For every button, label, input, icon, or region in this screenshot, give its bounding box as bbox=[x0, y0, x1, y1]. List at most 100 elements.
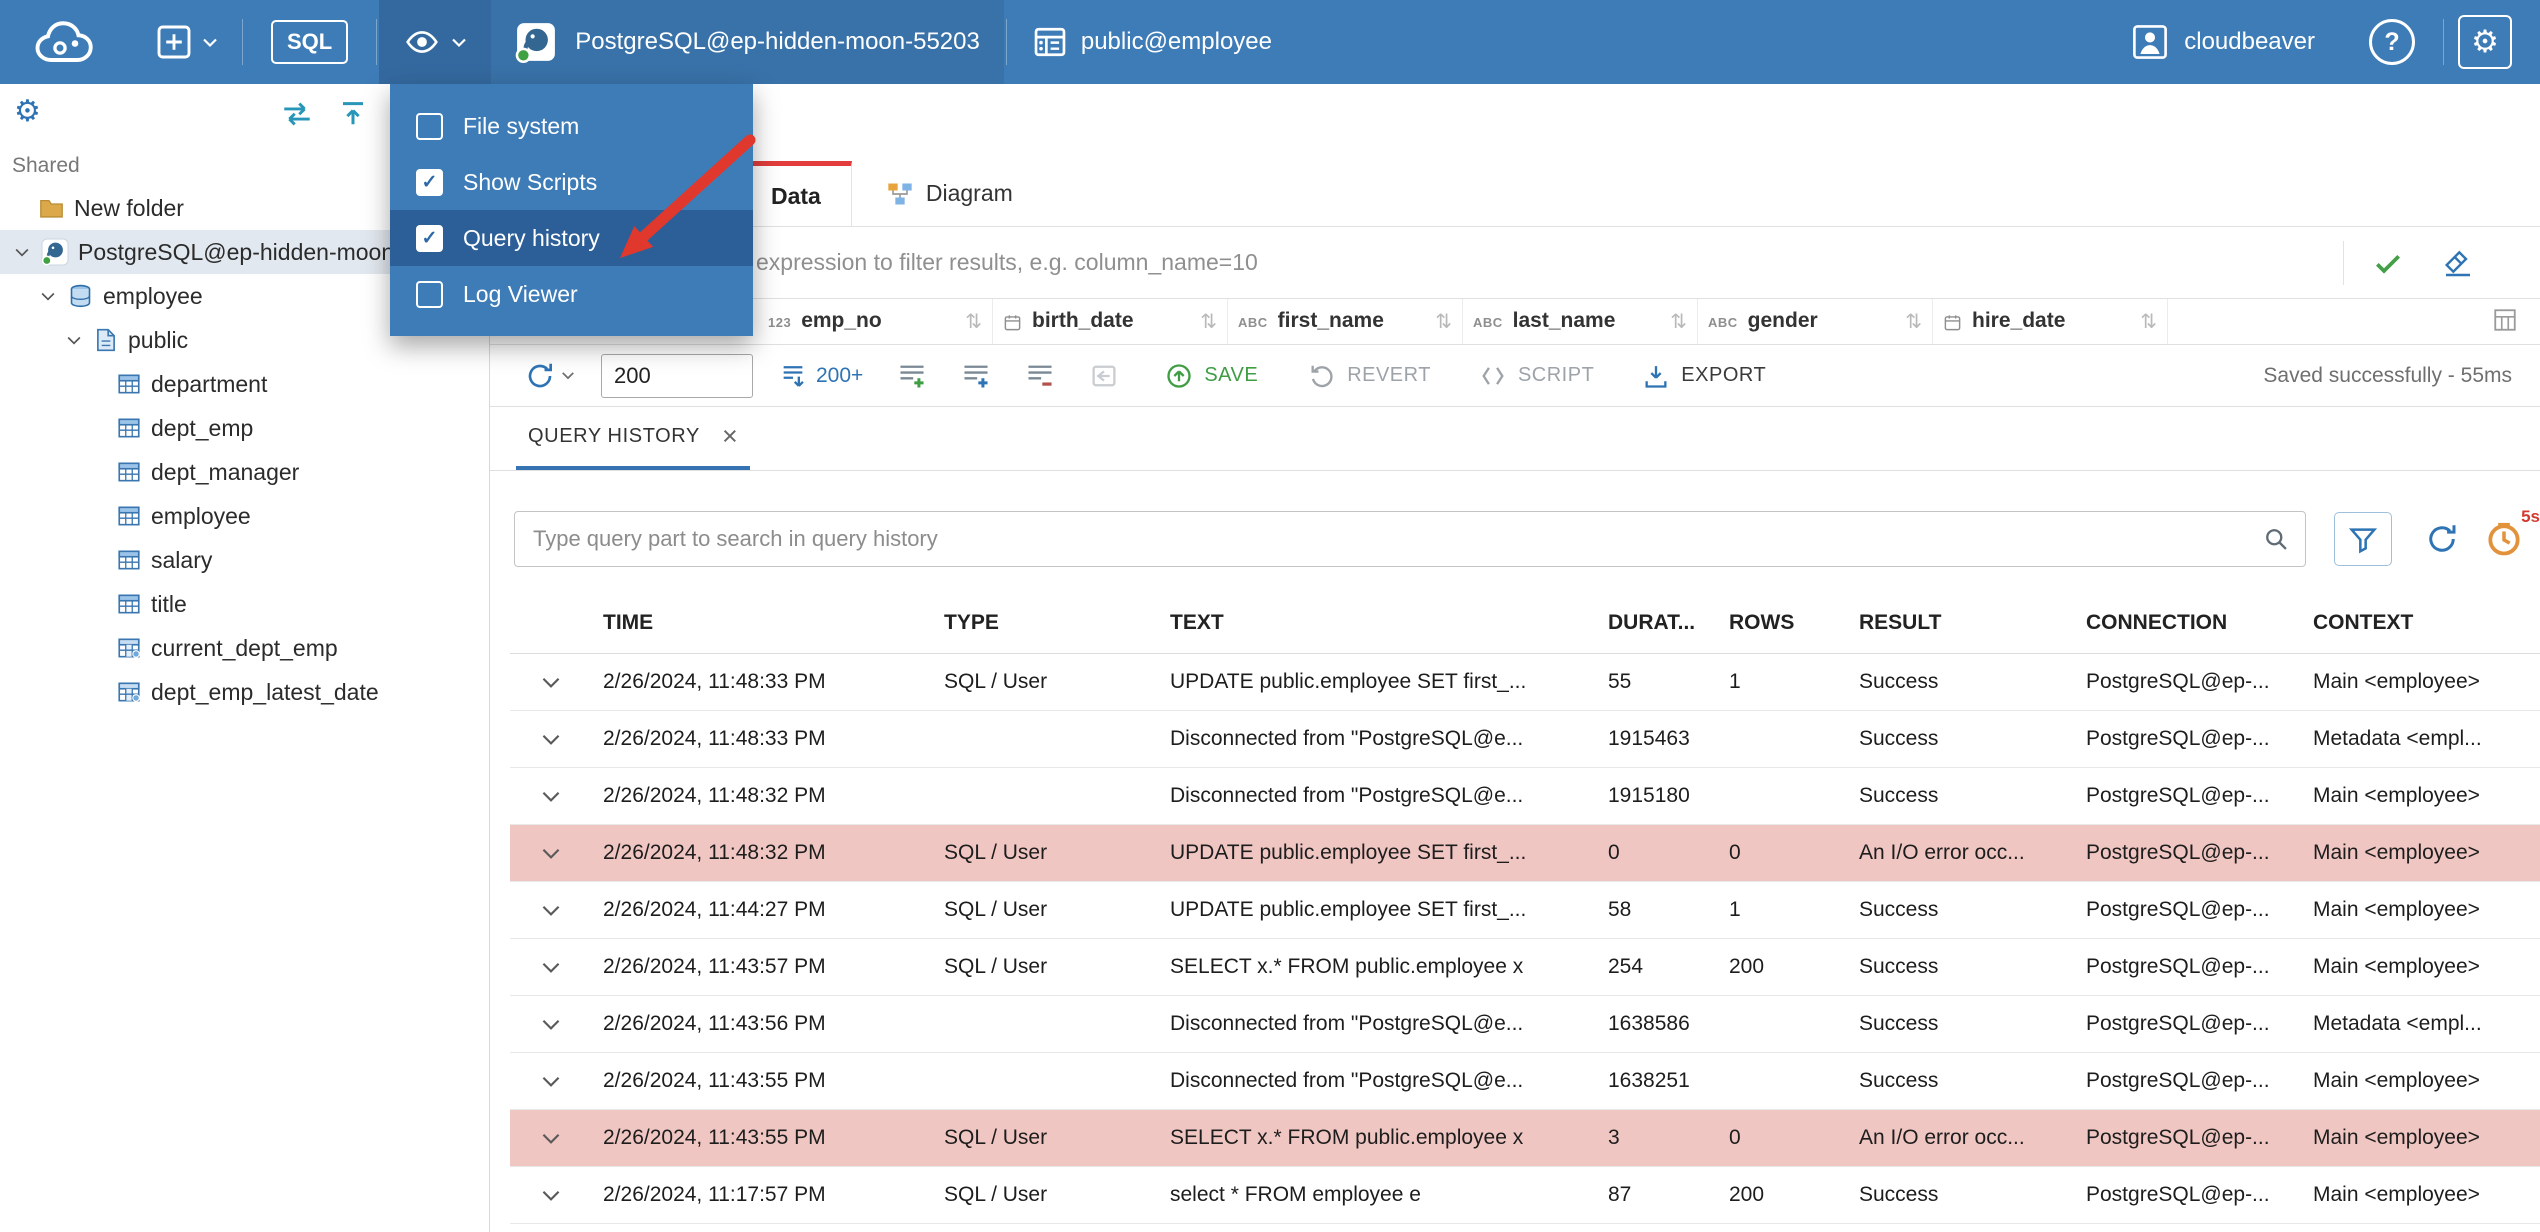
sort-icon[interactable]: ⇅ bbox=[965, 309, 982, 334]
sync-connection-icon[interactable] bbox=[280, 100, 314, 128]
history-row[interactable]: 2/26/2024, 11:43:55 PM SQL / User SELECT x… bbox=[510, 1109, 2540, 1167]
history-row[interactable]: 2/26/2024, 11:43:55 PM Disconnected from … bbox=[510, 1052, 2540, 1110]
history-filter-button[interactable] bbox=[2334, 512, 2392, 566]
tab-query-history[interactable]: QUERY HISTORY × bbox=[516, 407, 751, 470]
sort-icon[interactable]: ⇅ bbox=[1670, 309, 1687, 334]
view-menu-item-log-viewer[interactable]: Log Viewer bbox=[390, 266, 753, 322]
table-icon bbox=[116, 415, 142, 441]
revert-button[interactable]: REVERT bbox=[1308, 362, 1431, 390]
expand-chevron-icon[interactable] bbox=[538, 954, 564, 980]
sidebar-item-employee[interactable]: employee bbox=[0, 494, 489, 538]
expand-chevron-icon[interactable] bbox=[538, 1011, 564, 1037]
history-col-durat[interactable]: DURAT... bbox=[1596, 593, 1717, 654]
sidebar-settings-icon[interactable]: ⚙ bbox=[14, 94, 41, 129]
auto-refresh-timer-icon[interactable]: 5s bbox=[2484, 507, 2540, 559]
row-limit-input[interactable] bbox=[601, 353, 753, 398]
view-menu-item-query-history[interactable]: ✓ Query history bbox=[390, 210, 753, 266]
history-row[interactable]: 2/26/2024, 11:43:56 PM Disconnected from … bbox=[510, 995, 2540, 1053]
chevron-down-icon[interactable] bbox=[12, 242, 32, 262]
sort-icon[interactable]: ⇅ bbox=[1905, 309, 1922, 334]
expand-chevron-icon[interactable] bbox=[538, 726, 564, 752]
cell-rows: 200 bbox=[1717, 1166, 1847, 1224]
view-menu-button[interactable] bbox=[379, 0, 492, 84]
query-history-tab-label: QUERY HISTORY bbox=[528, 425, 700, 447]
close-icon[interactable]: × bbox=[722, 421, 738, 452]
fetch-more-button[interactable]: 200+ bbox=[779, 362, 863, 390]
view-menu-item-show-scripts[interactable]: ✓ Show Scripts bbox=[390, 154, 753, 210]
history-row[interactable]: 2/26/2024, 11:48:32 PM Disconnected from … bbox=[510, 767, 2540, 825]
export-button[interactable]: EXPORT bbox=[1642, 362, 1766, 390]
expand-chevron-icon[interactable] bbox=[538, 1125, 564, 1151]
history-row[interactable]: 2/26/2024, 11:44:27 PM SQL / User UPDATE p… bbox=[510, 881, 2540, 939]
search-icon[interactable] bbox=[2262, 525, 2290, 553]
sidebar-item-dept-emp-latest-date[interactable]: dept_emp_latest_date bbox=[0, 670, 489, 714]
add-row-button[interactable] bbox=[897, 361, 927, 391]
history-col-time[interactable]: TIME bbox=[591, 593, 932, 654]
revert-label: REVERT bbox=[1347, 364, 1431, 386]
history-col-result[interactable]: RESULT bbox=[1847, 593, 2074, 654]
grid-column-gender[interactable]: ABC gender ⇅ bbox=[1698, 299, 1933, 344]
sql-editor-button[interactable]: SQL bbox=[271, 20, 349, 64]
collapse-all-icon[interactable] bbox=[338, 98, 368, 128]
history-col-type[interactable]: TYPE bbox=[932, 593, 1158, 654]
plus-square-icon bbox=[156, 24, 192, 60]
expand-chevron-icon[interactable] bbox=[538, 669, 564, 695]
result-filter-input[interactable] bbox=[490, 227, 2343, 298]
sidebar-item-department[interactable]: department bbox=[0, 362, 489, 406]
sidebar-item-title[interactable]: title bbox=[0, 582, 489, 626]
expand-chevron-icon[interactable] bbox=[538, 1068, 564, 1094]
revert-cell-button[interactable] bbox=[1089, 361, 1119, 391]
history-col-rows[interactable]: ROWS bbox=[1717, 593, 1847, 654]
duplicate-row-button[interactable] bbox=[961, 361, 991, 391]
chevron-down-icon[interactable] bbox=[38, 286, 58, 306]
history-search-input[interactable] bbox=[514, 511, 2306, 567]
delete-row-button[interactable] bbox=[1025, 361, 1055, 391]
history-col-text[interactable]: TEXT bbox=[1158, 593, 1596, 654]
sidebar-item-current-dept-emp[interactable]: current_dept_emp bbox=[0, 626, 489, 670]
grid-column-birth-date[interactable]: birth_date ⇅ bbox=[993, 299, 1228, 344]
history-refresh-icon[interactable] bbox=[2424, 521, 2460, 557]
grid-column-last-name[interactable]: ABC last_name ⇅ bbox=[1463, 299, 1698, 344]
schema-icon bbox=[93, 327, 119, 353]
script-button[interactable]: SCRIPT bbox=[1479, 362, 1594, 390]
view-menu-item-file-system[interactable]: File system bbox=[390, 98, 753, 154]
history-row[interactable]: 2/26/2024, 11:17:57 PM SQL / User select *… bbox=[510, 1166, 2540, 1224]
apply-filter-check-icon[interactable] bbox=[2372, 247, 2404, 279]
connection-selector[interactable]: PostgreSQL@ep-hidden-moon-55203 bbox=[491, 0, 1004, 84]
help-button[interactable]: ? bbox=[2369, 19, 2415, 65]
history-col-context[interactable]: CONTEXT bbox=[2301, 593, 2540, 654]
history-row[interactable]: 2/26/2024, 11:48:33 PM SQL / User UPDATE p… bbox=[510, 653, 2540, 711]
sidebar-item-salary[interactable]: salary bbox=[0, 538, 489, 582]
expand-chevron-icon[interactable] bbox=[538, 897, 564, 923]
refresh-results-button[interactable] bbox=[524, 360, 575, 392]
cell-text: UPDATE public.employee SET first_... bbox=[1158, 824, 1596, 882]
sort-icon[interactable]: ⇅ bbox=[2140, 309, 2157, 334]
cloudbeaver-logo[interactable] bbox=[22, 12, 122, 72]
tab-diagram[interactable]: Diagram bbox=[886, 161, 1013, 226]
new-connection-button[interactable] bbox=[134, 0, 240, 84]
cell-connection: PostgreSQL@ep-... bbox=[2074, 653, 2301, 711]
history-row[interactable]: 2/26/2024, 11:43:57 PM SQL / User SELECT x… bbox=[510, 938, 2540, 996]
history-row[interactable]: 2/26/2024, 11:48:33 PM Disconnected from … bbox=[510, 710, 2540, 768]
expand-chevron-icon[interactable] bbox=[538, 840, 564, 866]
settings-button[interactable]: ⚙ bbox=[2458, 15, 2512, 69]
history-col-connection[interactable]: CONNECTION bbox=[2074, 593, 2301, 654]
sidebar-item-dept-emp[interactable]: dept_emp bbox=[0, 406, 489, 450]
chevron-down-icon[interactable] bbox=[64, 330, 84, 350]
table-icon bbox=[116, 371, 142, 397]
sort-icon[interactable]: ⇅ bbox=[1435, 309, 1452, 334]
history-row[interactable]: 2/26/2024, 11:48:32 PM SQL / User UPDATE p… bbox=[510, 824, 2540, 882]
schema-selector[interactable]: public@employee bbox=[1009, 0, 1296, 84]
expand-chevron-icon[interactable] bbox=[538, 783, 564, 809]
grid-settings-icon[interactable] bbox=[2492, 307, 2518, 333]
user-menu[interactable]: cloudbeaver bbox=[2122, 24, 2325, 60]
sidebar-item-dept-manager[interactable]: dept_manager bbox=[0, 450, 489, 494]
grid-column-first-name[interactable]: ABC first_name ⇅ bbox=[1228, 299, 1463, 344]
expand-chevron-icon[interactable] bbox=[538, 1182, 564, 1208]
save-button[interactable]: SAVE bbox=[1165, 362, 1258, 390]
grid-column-emp-no[interactable]: 123 emp_no ⇅ bbox=[758, 299, 993, 344]
grid-column-hire-date[interactable]: hire_date ⇅ bbox=[1933, 299, 2168, 344]
sort-icon[interactable]: ⇅ bbox=[1200, 309, 1217, 334]
clear-filter-eraser-icon[interactable] bbox=[2442, 247, 2474, 279]
tab-data[interactable]: Data bbox=[740, 161, 852, 226]
